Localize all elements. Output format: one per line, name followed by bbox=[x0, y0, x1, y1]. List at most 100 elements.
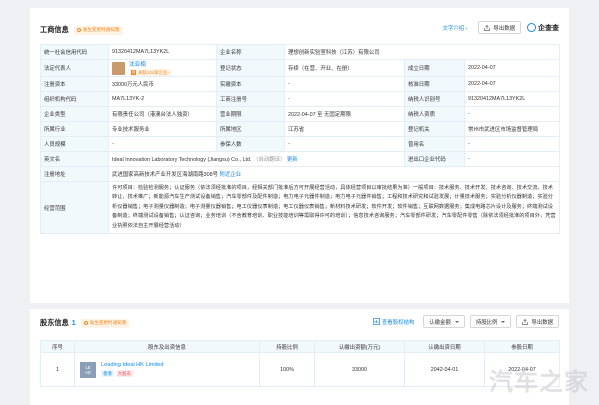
field-label: 进出口企业代码 bbox=[404, 151, 465, 167]
field-label: 登记状态 bbox=[216, 59, 285, 77]
date-cell: 2042-04-01 bbox=[404, 352, 485, 387]
ratio-cell: 100% bbox=[259, 352, 315, 387]
field-label: 纳税人识别号 bbox=[404, 91, 465, 107]
section-title: 股东信息 bbox=[40, 318, 69, 327]
info-row: 注册地址 武进国家高新技术产业开发区海湖南路308号 附近企业 bbox=[40, 166, 561, 182]
field-label: 参保人数 bbox=[216, 136, 285, 152]
field-label: 所属行业 bbox=[40, 121, 109, 137]
col-header-ratio[interactable]: 持股比例 bbox=[259, 340, 315, 353]
filter-amount-dropdown[interactable]: 认缴金额 bbox=[423, 315, 465, 328]
watermark: 汽车之家 bbox=[489, 369, 589, 396]
shareholder-actions: 查看股权结构 认缴金额 持股比例 导出数据 bbox=[373, 315, 559, 328]
business-info-table: 统一社会信用代码 91320412MA7L13YK2L 企业名称 理想创新实验室科技（… bbox=[40, 44, 561, 235]
col-header-amount[interactable]: 认缴出资额(万元) bbox=[314, 340, 405, 353]
export-icon bbox=[522, 318, 529, 325]
notify-change-tag[interactable]: 发生变更时通知我 bbox=[80, 318, 130, 328]
chevron-down-icon bbox=[501, 320, 506, 323]
field-label: 人员规模 bbox=[40, 136, 109, 152]
col-header-date[interactable]: 认缴出资日期 bbox=[404, 340, 485, 353]
field-value: 91320412MA7L13YK2L bbox=[108, 44, 217, 60]
chevron-down-icon bbox=[454, 320, 459, 323]
field-label: 营业期限 bbox=[216, 106, 285, 122]
field-value: MA7L13YK-2 bbox=[108, 91, 217, 107]
field-label: 纳税人资质 bbox=[404, 106, 465, 122]
company-logo: LE AD bbox=[80, 361, 96, 378]
info-row: 企业类型 有限责任公司（港澳台法人独资） 营业期限 2022-04-07 至 无固定期… bbox=[40, 106, 561, 122]
view-equity-structure-link[interactable]: 查看股权结构 bbox=[373, 318, 414, 326]
address-cell: 武进国家高新技术产业开发区海湖南路308号 附近企业 bbox=[107, 166, 561, 182]
field-label: 核准日期 bbox=[404, 76, 465, 92]
field-value: - bbox=[463, 136, 561, 152]
col-header-index: 序号 bbox=[40, 340, 75, 353]
shareholder-table: 序号 股东及出资信息 持股比例 认缴出资额(万元) 认缴出资日期 参股日期 1 … bbox=[40, 340, 560, 387]
region-chip: 香港 bbox=[101, 370, 114, 377]
info-row: 英文名 Ideal Innovation Laboratory Technolog… bbox=[40, 151, 561, 167]
section-title: 工商信息 bbox=[40, 25, 69, 34]
qichacha-logo: 企查查 bbox=[527, 23, 559, 33]
field-value: - bbox=[284, 76, 405, 92]
field-value: - bbox=[463, 151, 561, 167]
field-value: 2022-04-07 bbox=[463, 76, 561, 92]
info-row: 统一社会信用代码 91320412MA7L13YK2L 企业名称 理想创新实验室科技（… bbox=[40, 44, 561, 60]
col-header-shareholder: 股东及出资信息 bbox=[74, 340, 260, 353]
field-label: 登记机关 bbox=[404, 121, 465, 137]
update-link[interactable]: 更新 bbox=[287, 157, 298, 163]
row-index: 1 bbox=[40, 352, 75, 387]
field-value: 存续（在营、开业、在册） bbox=[284, 59, 405, 77]
field-value: 2022-04-07 至 无固定期限 bbox=[284, 106, 405, 122]
col-header-join-date[interactable]: 参股日期 bbox=[484, 340, 560, 353]
field-label: 英文名 bbox=[40, 151, 109, 167]
field-label: 企业名称 bbox=[216, 44, 285, 60]
business-info-card: 工商信息 发生变更时通知我 文字介绍 › 导出数据 企查查 统一社会信用代码 91… bbox=[30, 8, 569, 303]
business-info-actions: 文字介绍 › 导出数据 企查查 bbox=[443, 21, 559, 34]
export-button[interactable]: 导出数据 bbox=[478, 21, 521, 34]
related-companies-link[interactable]: 法关联104家企业 › bbox=[129, 69, 171, 76]
filter-ratio-dropdown[interactable]: 持股比例 bbox=[469, 315, 512, 328]
field-value: 理想创新实验室科技（江苏）有限公司 bbox=[283, 44, 561, 60]
export-button[interactable]: 导出数据 bbox=[516, 315, 559, 328]
english-name: Ideal Innovation Laboratory Technology (… bbox=[112, 157, 252, 163]
notify-change-tag[interactable]: 发生变更时通知我 bbox=[73, 25, 123, 35]
field-value: - bbox=[284, 91, 405, 107]
field-value: 2022-04-07 bbox=[463, 59, 561, 77]
field-value: 常州市武进区市场监督管理局 bbox=[463, 121, 561, 137]
field-label: 所属地区 bbox=[216, 121, 285, 137]
address-text: 武进国家高新技术产业开发区海湖南路308号 bbox=[112, 172, 219, 178]
field-label: 组织机构代码 bbox=[40, 91, 109, 107]
legal-rep-name-link[interactable]: 沈亚楠 bbox=[129, 61, 171, 68]
info-row: 法定代表人 沈亚楠法关联104家企业 › 登记状态 存续（在营、开业、在册） 成立日期 2… bbox=[40, 59, 561, 77]
field-label: 实缴资本 bbox=[216, 76, 285, 92]
field-label: 注册资本 bbox=[40, 76, 109, 92]
field-value: 33000万元人民币 bbox=[108, 76, 217, 92]
field-label: 曾用名 bbox=[404, 136, 465, 152]
field-label: 成立日期 bbox=[404, 59, 465, 77]
shareholder-cell: LE AD Leading Ideal HK Limited 香港 大股东 bbox=[74, 352, 260, 387]
field-value: 江苏省 bbox=[284, 121, 405, 137]
info-row: 所属行业 专业技术服务业 所属地区 江苏省 登记机关 常州市武进区市场监督管理局 bbox=[40, 121, 561, 137]
table-row: 1 LEAD Leading Ideal HK Limited 香港 大股东 bbox=[40, 352, 560, 387]
text-intro-link[interactable]: 文字介绍 › bbox=[443, 24, 468, 32]
bell-icon bbox=[83, 321, 88, 325]
business-info-header: 工商信息 发生变更时通知我 bbox=[40, 25, 123, 35]
major-shareholder-chip: 大股东 bbox=[115, 370, 133, 377]
field-label: 企业类型 bbox=[40, 106, 109, 122]
amount-cell: 33000 bbox=[314, 352, 405, 387]
export-icon bbox=[484, 24, 491, 31]
field-label: 法定代表人 bbox=[40, 59, 109, 77]
nearby-companies-link[interactable]: 附近企业 bbox=[220, 172, 242, 178]
chart-icon bbox=[373, 318, 381, 325]
english-name-cell: Ideal Innovation Laboratory Technology (… bbox=[108, 151, 405, 167]
shareholder-name-link[interactable]: Leading Ideal HK Limited bbox=[101, 362, 164, 368]
field-label: 工商注册号 bbox=[216, 91, 285, 107]
field-value: - bbox=[463, 106, 561, 122]
field-value: - bbox=[108, 136, 217, 152]
shareholder-header: 股东信息 1 发生变更时通知我 bbox=[40, 318, 130, 328]
business-scope-text: 许可项目：检验检测服务；认证服务（依法须经批准的项目，经相关部门批准后方可开展经… bbox=[107, 180, 561, 235]
info-row: 人员规模 - 参保人数 - 曾用名 - bbox=[40, 136, 561, 152]
field-value: 有限责任公司（港澳台法人独资） bbox=[108, 106, 217, 122]
legal-rep-cell: 沈亚楠法关联104家企业 › bbox=[108, 59, 217, 77]
rep-badge-icon: 法 bbox=[131, 70, 136, 75]
field-value: 91320412MA7L13YK2L bbox=[463, 91, 561, 107]
avatar bbox=[112, 61, 125, 75]
field-value: - bbox=[284, 136, 405, 152]
